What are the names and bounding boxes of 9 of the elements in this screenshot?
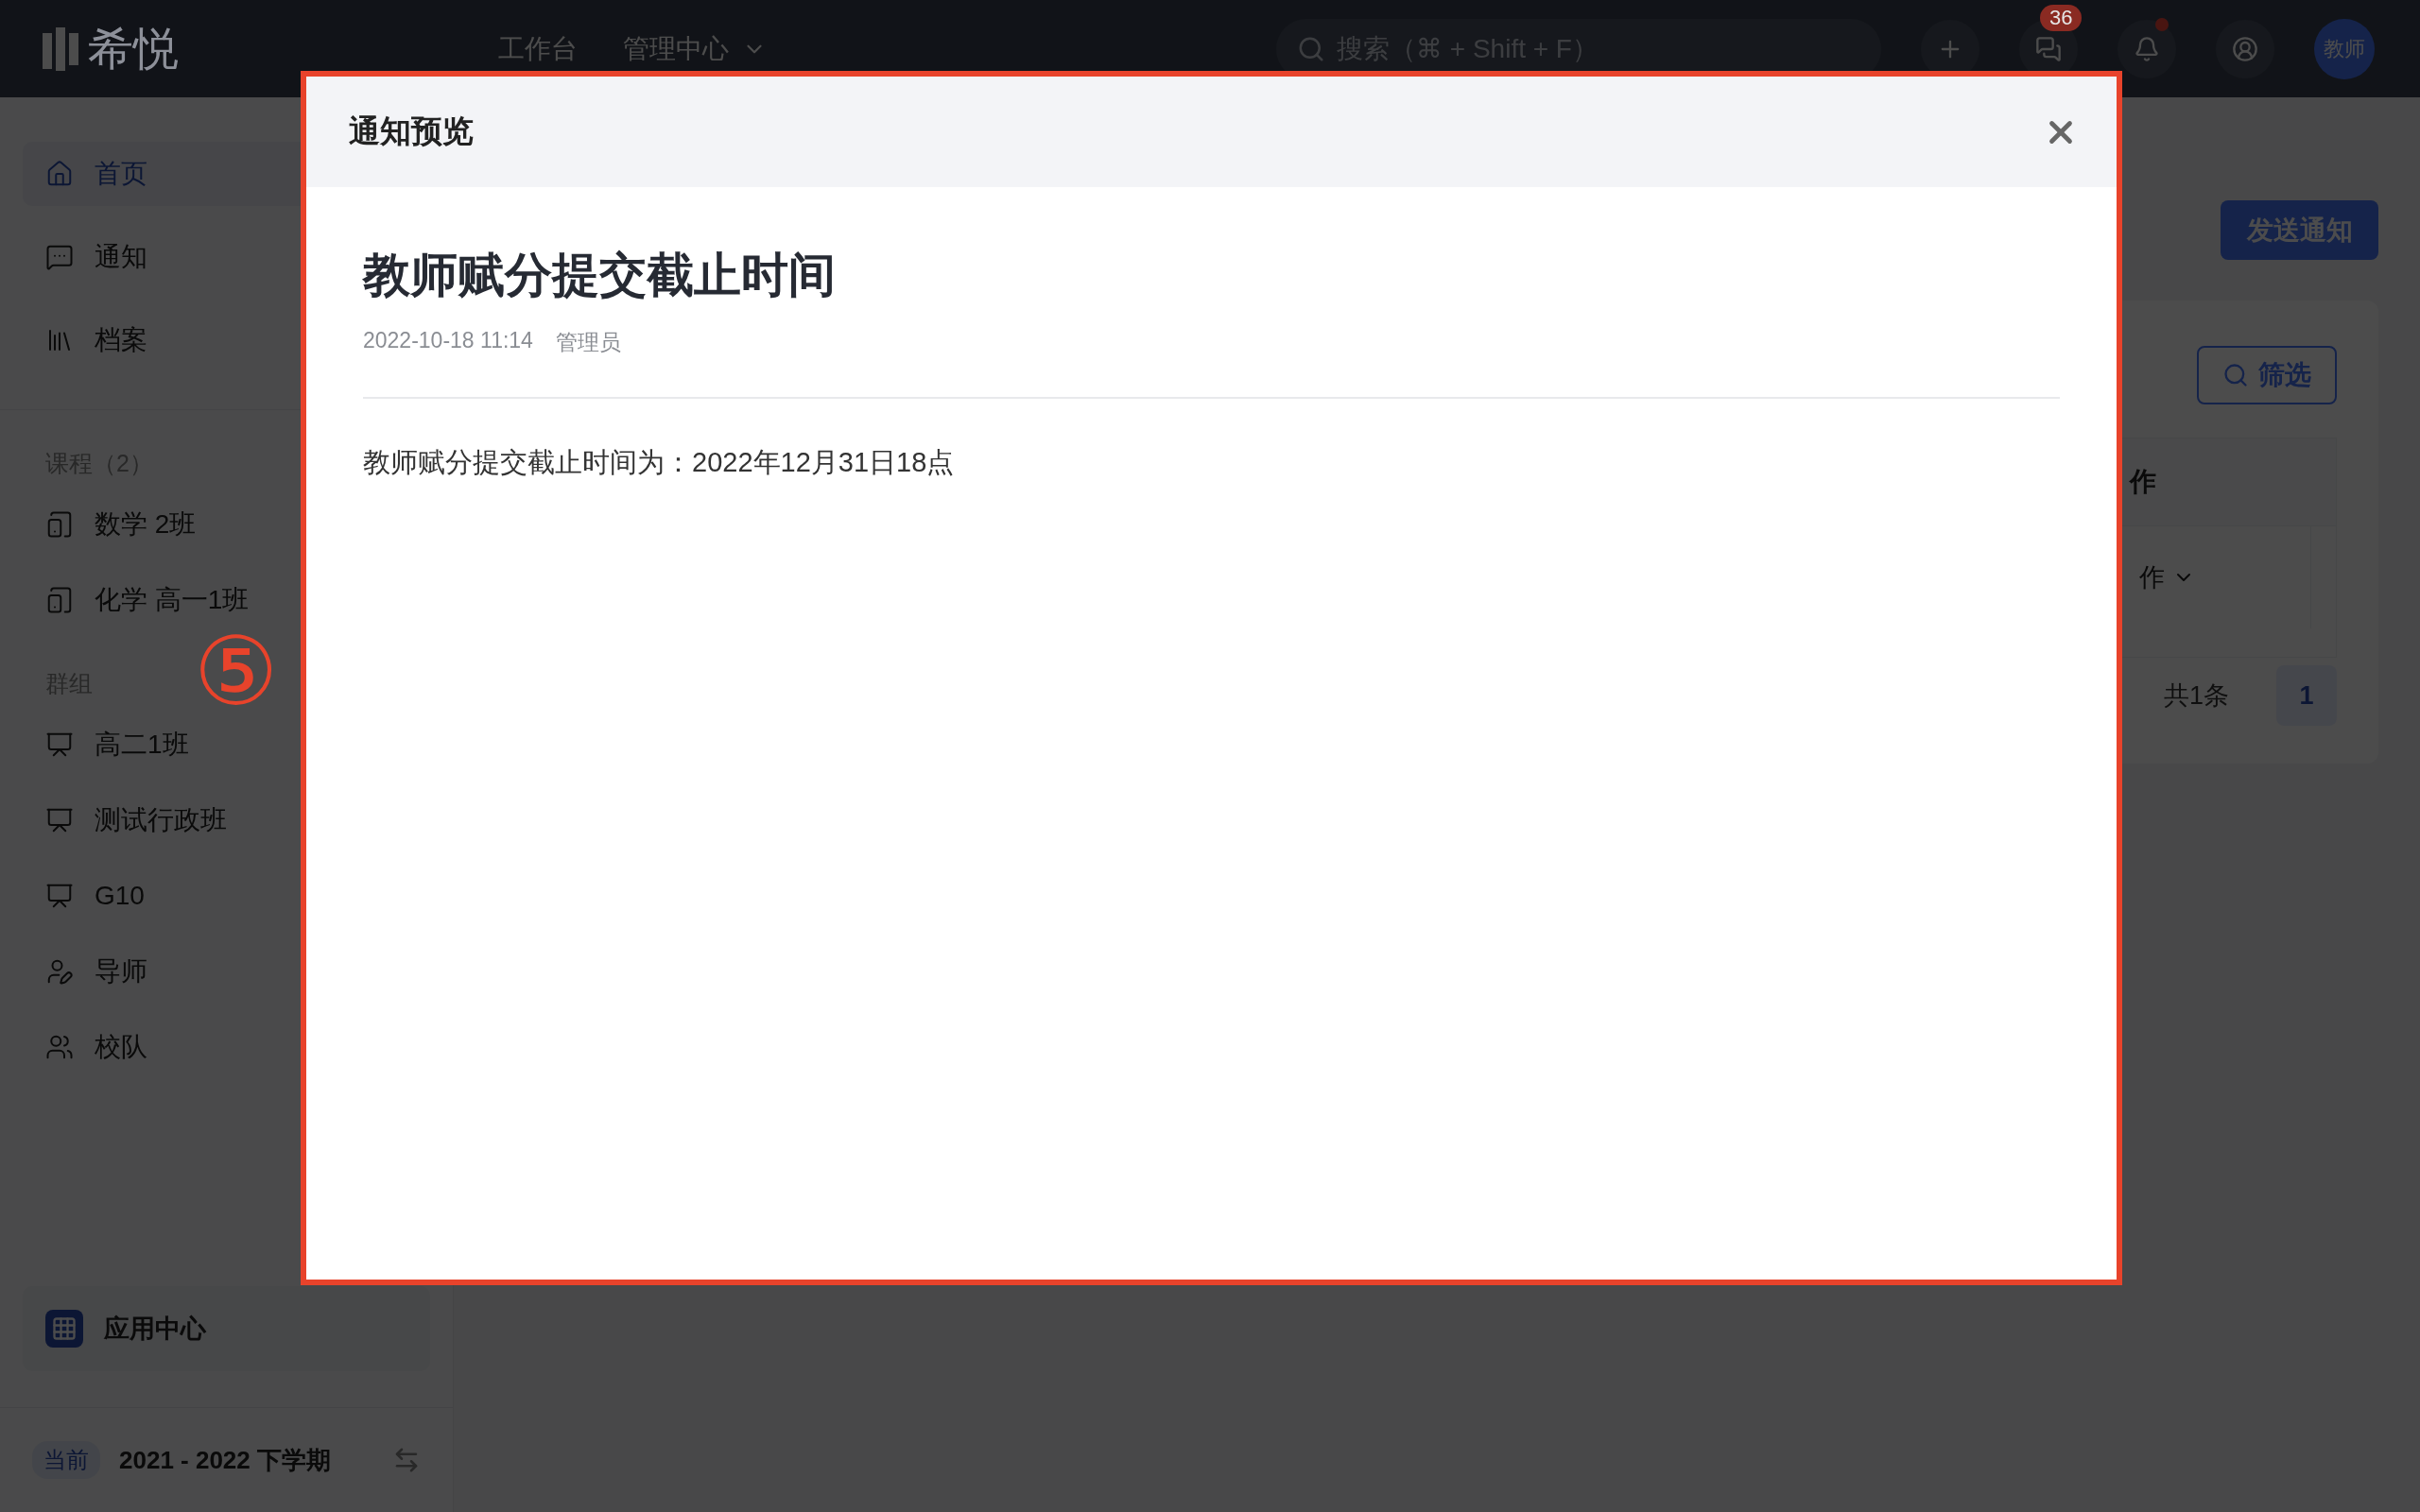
notice-author: 管理员 xyxy=(555,329,621,356)
annotation-number: ⑤ xyxy=(194,624,279,718)
logo-text: 希悦 xyxy=(88,22,179,76)
notice-body: 教师赋分提交截止时间为：2022年12月31日18点 xyxy=(363,446,956,479)
notice-date: 2022-10-18 11:14 xyxy=(363,328,533,354)
term-label: 2021 - 2022 下学期 xyxy=(119,1444,332,1476)
notice-title: 教师赋分提交截止时间 xyxy=(363,248,837,303)
dialog-title: 通知预览 xyxy=(349,112,474,150)
total-count: 共1条 xyxy=(2163,680,2229,712)
